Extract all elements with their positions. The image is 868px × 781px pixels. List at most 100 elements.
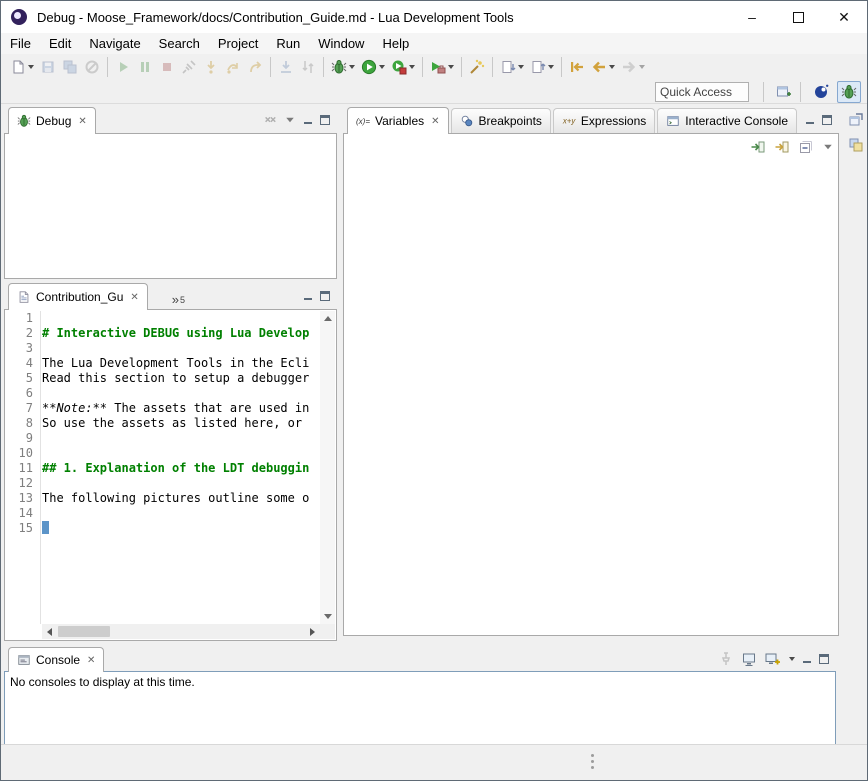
bug-icon xyxy=(331,59,347,75)
tab-expressions[interactable]: x+y Expressions xyxy=(553,108,655,133)
console-message: No consoles to display at this time. xyxy=(5,672,835,692)
variables-view-group: (x)= Variables ✕ Breakpoints x+y Express… xyxy=(343,107,839,636)
scroll-up-button[interactable] xyxy=(320,311,335,326)
show-type-names-button[interactable] xyxy=(774,139,790,155)
menu-search[interactable]: Search xyxy=(150,34,209,53)
view-menu-button[interactable] xyxy=(284,114,296,126)
external-tools-button[interactable] xyxy=(427,57,457,77)
step-return-button[interactable] xyxy=(244,57,266,77)
suspend-button[interactable] xyxy=(134,57,156,77)
run-button[interactable] xyxy=(358,57,388,77)
tab-debug[interactable]: Debug ✕ xyxy=(8,107,96,134)
editor-line xyxy=(42,521,320,536)
debug-perspective-button[interactable] xyxy=(837,81,861,103)
scroll-right-icon xyxy=(310,628,315,636)
pin-console-button[interactable] xyxy=(718,651,734,667)
disconnect-button[interactable] xyxy=(178,57,200,77)
close-icon[interactable]: ✕ xyxy=(130,292,138,303)
menu-file[interactable]: File xyxy=(1,34,40,53)
open-console-button[interactable] xyxy=(764,651,780,667)
save-all-button[interactable] xyxy=(59,57,81,77)
new-button[interactable] xyxy=(7,57,37,77)
quick-access-input[interactable] xyxy=(655,82,749,102)
use-step-filters-button[interactable] xyxy=(297,57,319,77)
back-button[interactable] xyxy=(588,57,618,77)
debug-button[interactable] xyxy=(328,57,358,77)
scroll-down-button[interactable] xyxy=(320,609,335,624)
application-window: Debug - Moose_Framework/docs/Contributio… xyxy=(0,0,868,781)
tab-variables[interactable]: (x)= Variables ✕ xyxy=(347,107,449,134)
perspective-toolbar xyxy=(1,80,867,104)
menu-help[interactable]: Help xyxy=(373,34,418,53)
editor-line: So use the assets as listed here, or xyxy=(42,416,320,431)
menu-window[interactable]: Window xyxy=(309,34,373,53)
tab-contribution-guide[interactable]: Contribution_Gu ✕ xyxy=(8,283,148,310)
tab-breakpoints[interactable]: Breakpoints xyxy=(451,108,551,133)
close-icon[interactable]: ✕ xyxy=(431,116,439,127)
scroll-right-button[interactable] xyxy=(305,624,320,639)
fwd-icon xyxy=(621,59,637,75)
skip-all-breakpoints-button[interactable] xyxy=(81,57,103,77)
open-element-button[interactable] xyxy=(466,57,488,77)
playcircle-icon xyxy=(361,59,377,75)
chevron-down-icon[interactable] xyxy=(789,657,795,661)
horizontal-scrollbar[interactable] xyxy=(42,624,320,639)
editor-line xyxy=(42,446,320,461)
show-logical-structures-button[interactable] xyxy=(750,139,766,155)
maximize-window-button[interactable] xyxy=(775,1,821,33)
previous-annotation-button[interactable] xyxy=(527,57,557,77)
minimize-view-button[interactable] xyxy=(303,115,313,125)
save-button[interactable] xyxy=(37,57,59,77)
maximize-view-button[interactable] xyxy=(320,291,330,301)
editor-line xyxy=(42,506,320,521)
collapse-all-button[interactable] xyxy=(798,139,814,155)
last-edit-location-button[interactable] xyxy=(566,57,588,77)
menu-run[interactable]: Run xyxy=(267,34,309,53)
minimize-window-button[interactable]: – xyxy=(729,1,775,33)
tab-label: Expressions xyxy=(581,114,646,128)
open-perspective-button[interactable] xyxy=(772,81,796,103)
vertical-scrollbar[interactable] xyxy=(320,311,335,624)
coverage-button[interactable] xyxy=(388,57,418,77)
expressions-icon: x+y xyxy=(562,114,576,128)
stepreturn-icon xyxy=(247,59,263,75)
editor-tab-overflow[interactable]: » 5 xyxy=(172,295,185,309)
terminate-button[interactable] xyxy=(156,57,178,77)
scroll-left-button[interactable] xyxy=(42,624,57,639)
restore-view-button[interactable] xyxy=(846,109,866,129)
toolbar-separator xyxy=(763,82,764,102)
forward-button[interactable] xyxy=(618,57,648,77)
step-into-button[interactable] xyxy=(200,57,222,77)
menu-edit[interactable]: Edit xyxy=(40,34,80,53)
minimize-view-button[interactable] xyxy=(303,291,313,301)
tab-console[interactable]: Console ✕ xyxy=(8,647,104,672)
menu-navigate[interactable]: Navigate xyxy=(80,34,149,53)
floppy2-icon xyxy=(62,59,78,75)
maximize-view-button[interactable] xyxy=(819,654,829,664)
minimize-view-button[interactable] xyxy=(805,115,815,125)
editor-text-area[interactable]: # Interactive DEBUG using Lua DevelopThe… xyxy=(42,311,320,624)
editor-line xyxy=(42,341,320,356)
resume-button[interactable] xyxy=(112,57,134,77)
play-icon xyxy=(115,59,131,75)
menu-project[interactable]: Project xyxy=(209,34,267,53)
close-window-button[interactable]: ✕ xyxy=(821,1,867,33)
display-selected-console-button[interactable] xyxy=(741,651,757,667)
remove-all-terminated-button[interactable] xyxy=(263,113,277,127)
sash-handle[interactable] xyxy=(591,754,594,769)
maximize-view-button[interactable] xyxy=(822,115,832,125)
close-icon[interactable]: ✕ xyxy=(78,116,86,127)
minimize-view-button[interactable] xyxy=(802,654,812,664)
view-menu-button[interactable] xyxy=(822,141,834,153)
scrollbar-thumb[interactable] xyxy=(58,626,110,637)
close-icon[interactable]: ✕ xyxy=(87,655,95,666)
step-over-button[interactable] xyxy=(222,57,244,77)
maximize-view-button[interactable] xyxy=(320,115,330,125)
console-view: Console ✕ No consoles to display at this… xyxy=(4,647,836,746)
lua-perspective-button[interactable] xyxy=(809,81,833,103)
next-annotation-button[interactable] xyxy=(497,57,527,77)
drop-to-frame-button[interactable] xyxy=(275,57,297,77)
tab-interactive-console[interactable]: Interactive Console xyxy=(657,108,797,133)
minimized-view-button[interactable] xyxy=(846,135,866,155)
line-number-gutter[interactable]: 123456789101112131415 xyxy=(5,311,41,624)
